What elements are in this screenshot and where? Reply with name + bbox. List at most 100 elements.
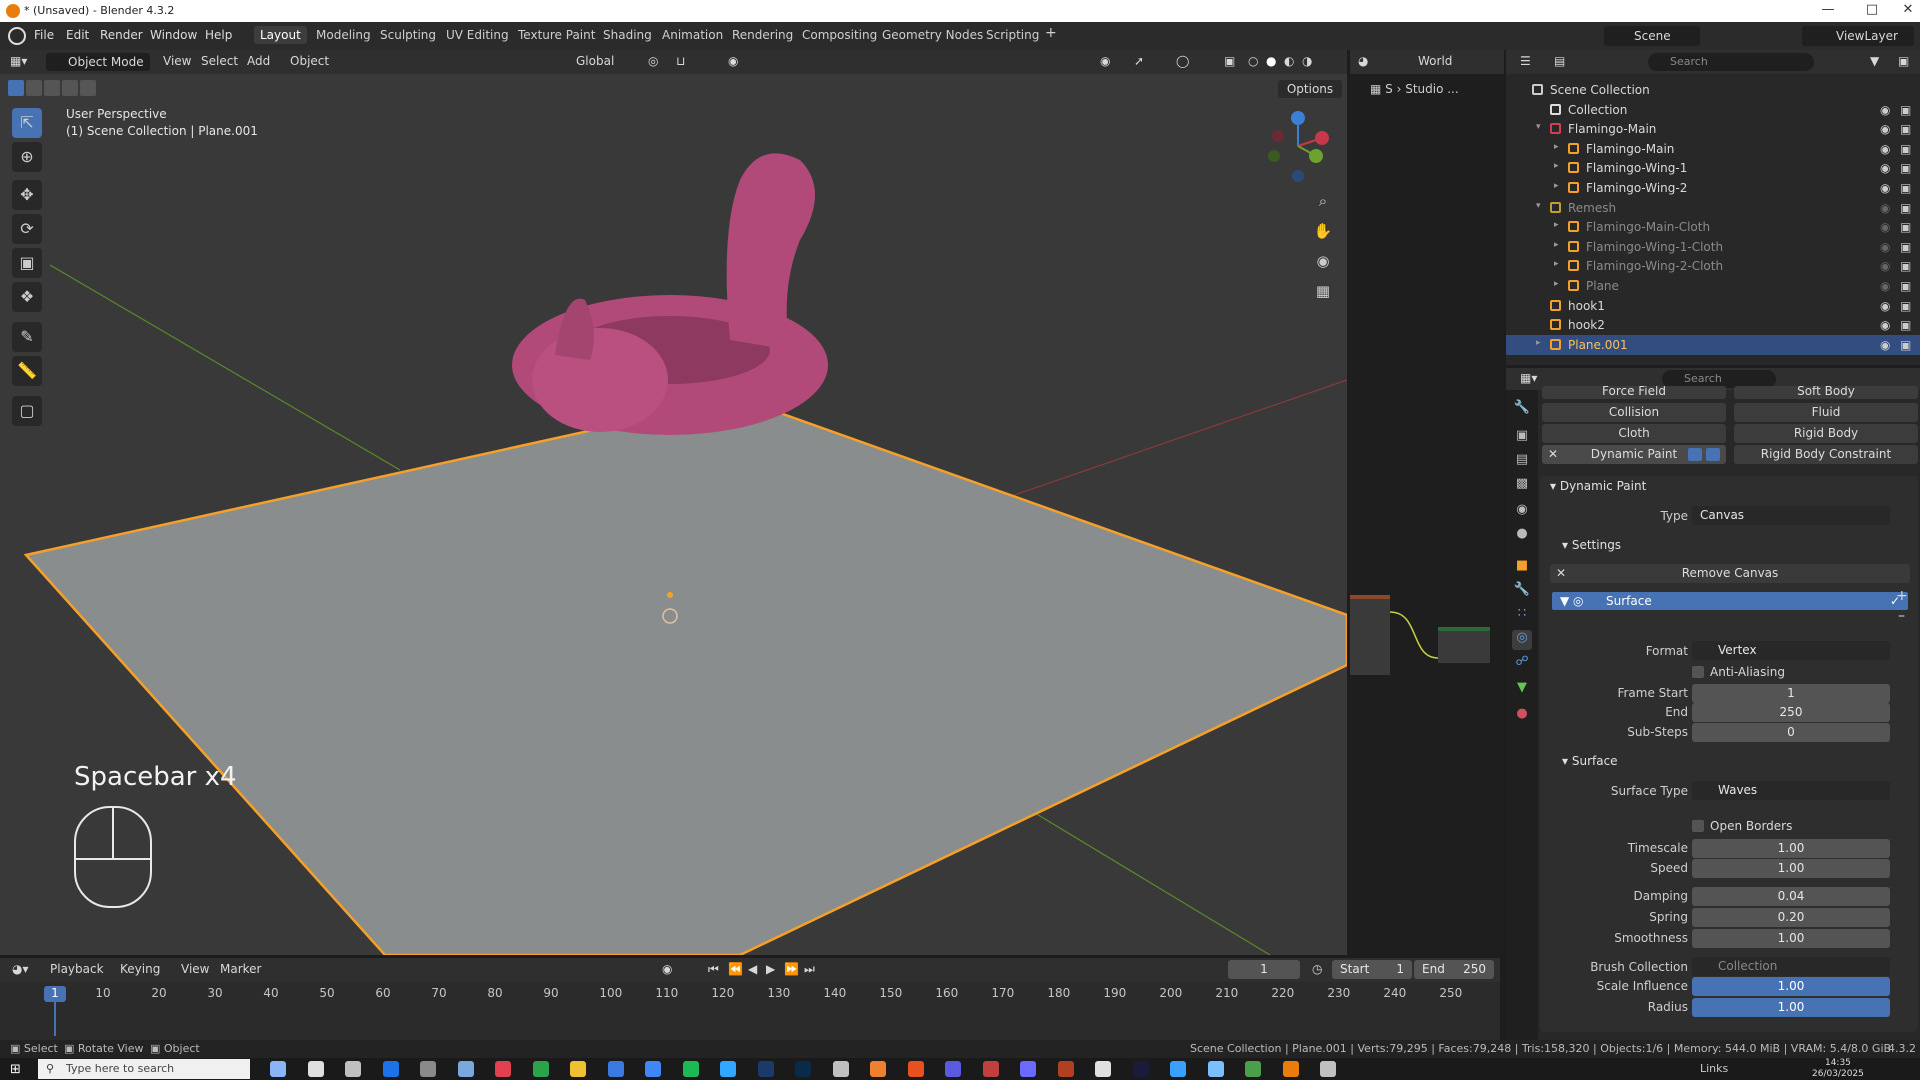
viewport-menu-object[interactable]: Object: [290, 54, 329, 68]
play-icon[interactable]: ▶: [766, 962, 775, 976]
end-frame-field[interactable]: End 250: [1414, 960, 1494, 979]
taskbar-app-icon[interactable]: [1020, 1061, 1036, 1077]
jump-keyframe-forward-icon[interactable]: ⏩: [784, 962, 799, 976]
taskbar-app-icon[interactable]: [682, 1061, 699, 1077]
cursor-tool-icon[interactable]: ⊕: [12, 142, 42, 172]
navigation-gizmo[interactable]: [1260, 106, 1340, 186]
taskbar-app-icon[interactable]: [1170, 1061, 1186, 1077]
current-frame-field[interactable]: 1: [1228, 960, 1300, 979]
outliner-row[interactable]: ▸ Flamingo-Wing-2-Cloth ◉ ▣: [1506, 256, 1920, 276]
taskbar-app-icon[interactable]: [607, 1061, 624, 1077]
node-world-output[interactable]: [1350, 595, 1390, 675]
taskbar-links[interactable]: Links: [1700, 1062, 1728, 1075]
outliner-row[interactable]: hook1 ◉ ▣: [1506, 296, 1920, 316]
material-shading-icon[interactable]: ◐: [1284, 54, 1294, 68]
jump-start-icon[interactable]: ⏮: [708, 962, 719, 977]
format-dropdown[interactable]: Vertex: [1692, 641, 1890, 660]
taskbar-app-icon[interactable]: [1095, 1061, 1111, 1077]
display-mode-icon[interactable]: ▤: [1554, 54, 1565, 68]
cloth-button[interactable]: Cloth: [1542, 424, 1726, 443]
visibility-eye-icon[interactable]: ◉: [1880, 142, 1890, 156]
expand-arrow-icon[interactable]: ▸: [1554, 259, 1559, 269]
pan-hand-icon[interactable]: ✋: [1310, 218, 1336, 244]
rigid-body-button[interactable]: Rigid Body: [1734, 424, 1918, 443]
outliner-row[interactable]: ▸ Plane.001 ◉ ▣: [1506, 334, 1920, 355]
options-button[interactable]: Options: [1278, 80, 1342, 98]
filter-icon[interactable]: ▼: [1870, 54, 1879, 68]
wireframe-shading-icon[interactable]: ○: [1248, 54, 1258, 68]
rotate-tool-icon[interactable]: ⟳: [12, 214, 42, 244]
outliner-row[interactable]: ▸ Flamingo-Wing-2 ◉ ▣: [1506, 178, 1920, 198]
taskbar-app-icon[interactable]: [270, 1061, 286, 1077]
render-world-selector[interactable]: World: [1400, 54, 1452, 68]
outliner-row[interactable]: ▾ Flamingo-Main ◉ ▣: [1506, 119, 1920, 139]
outliner-row[interactable]: ▸ Plane ◉ ▣: [1506, 276, 1920, 296]
plane-mesh[interactable]: [23, 396, 1347, 955]
expand-arrow-icon[interactable]: ▸: [1554, 220, 1559, 230]
taskbar-app-icon[interactable]: [907, 1061, 924, 1077]
taskbar-app-icon[interactable]: [720, 1061, 736, 1077]
render-camera-icon[interactable]: ▣: [1900, 122, 1911, 136]
transform-orientation[interactable]: Global: [556, 54, 614, 68]
collision-button[interactable]: Collision: [1542, 403, 1726, 422]
render-camera-icon[interactable]: ▣: [1900, 240, 1911, 254]
tab-compositing[interactable]: Compositing: [800, 28, 879, 42]
play-reverse-icon[interactable]: ◀: [748, 962, 757, 976]
taskbar-app-icon[interactable]: [1207, 1061, 1224, 1077]
timeline-menu-view[interactable]: View: [181, 962, 209, 976]
measure-tool-icon[interactable]: 📏: [12, 356, 42, 386]
maximize-icon[interactable]: □: [1854, 2, 1890, 20]
taskbar-app-icon[interactable]: [570, 1061, 586, 1077]
speed-field[interactable]: 1.00: [1692, 859, 1890, 878]
smoothness-field[interactable]: 1.00: [1692, 929, 1890, 948]
add-workspace-icon[interactable]: +: [1043, 25, 1059, 41]
tab-uv-editing[interactable]: UV Editing: [444, 28, 511, 42]
outliner-row[interactable]: hook2 ◉ ▣: [1506, 315, 1920, 335]
select-intersect-icon[interactable]: [80, 80, 96, 96]
pivot-icon[interactable]: ◎: [648, 54, 658, 68]
object-tab-icon[interactable]: ■: [1512, 558, 1532, 578]
force-field-button[interactable]: Force Field: [1542, 386, 1726, 399]
visibility-eye-icon[interactable]: ◉: [1880, 279, 1890, 293]
modifier-tab-icon[interactable]: 🔧: [1512, 582, 1532, 602]
output-tab-icon[interactable]: ▤: [1512, 452, 1532, 472]
select-subtract-icon[interactable]: [44, 80, 60, 96]
clock[interactable]: 14:35 26/03/2025: [1812, 1058, 1864, 1080]
taskbar-app-icon[interactable]: [757, 1061, 774, 1077]
taskbar-app-icon[interactable]: [1245, 1061, 1261, 1077]
taskbar-app-icon[interactable]: [1320, 1061, 1336, 1077]
tab-modeling[interactable]: Modeling: [314, 28, 373, 42]
render-camera-icon[interactable]: ▣: [1900, 338, 1911, 352]
new-collection-icon[interactable]: ▣: [1898, 54, 1909, 68]
outliner-row[interactable]: ▾ Remesh ◉ ▣: [1506, 198, 1920, 218]
open-borders-checkbox[interactable]: [1692, 820, 1704, 832]
expand-arrow-icon[interactable]: ▾: [1536, 201, 1541, 211]
rigid-body-constraint-button[interactable]: Rigid Body Constraint: [1734, 445, 1918, 464]
taskbar-app-icon[interactable]: [457, 1061, 474, 1077]
spring-field[interactable]: 0.20: [1692, 908, 1890, 927]
remove-dynamic-paint-icon[interactable]: ✕: [1548, 447, 1558, 461]
node-editor-type-icon[interactable]: ◕: [1358, 54, 1368, 68]
outliner-row[interactable]: Scene Collection: [1506, 80, 1920, 100]
outliner-row[interactable]: ▸ Flamingo-Wing-1-Cloth ◉ ▣: [1506, 237, 1920, 257]
rendered-shading-icon[interactable]: ◑: [1302, 54, 1312, 68]
render-camera-icon[interactable]: ▣: [1900, 279, 1911, 293]
taskbar-app-icon[interactable]: [1057, 1061, 1074, 1077]
timeline-menu-playback[interactable]: Playback: [50, 962, 104, 976]
xray-icon[interactable]: ▣: [1224, 54, 1235, 68]
settings-header[interactable]: ▾ Settings: [1562, 538, 1621, 552]
taskbar-app-icon[interactable]: [1132, 1061, 1149, 1077]
auto-keying-icon[interactable]: ◉: [662, 962, 672, 976]
type-dropdown[interactable]: Canvas: [1692, 506, 1890, 525]
taskbar-app-icon[interactable]: [382, 1061, 399, 1077]
tab-animation[interactable]: Animation: [660, 28, 725, 42]
menu-edit[interactable]: Edit: [66, 28, 89, 42]
select-extend-icon[interactable]: [26, 80, 42, 96]
overlay-icon[interactable]: ◯: [1176, 54, 1189, 68]
taskbar-app-icon[interactable]: [420, 1061, 436, 1077]
tab-shading[interactable]: Shading: [601, 28, 654, 42]
node-editor-area[interactable]: ◕ World ▦ S › Studio ...: [1350, 50, 1504, 955]
render-camera-icon[interactable]: ▣: [1900, 201, 1911, 215]
render-camera-icon[interactable]: ▣: [1900, 103, 1911, 117]
render-camera-icon[interactable]: ▣: [1900, 161, 1911, 175]
